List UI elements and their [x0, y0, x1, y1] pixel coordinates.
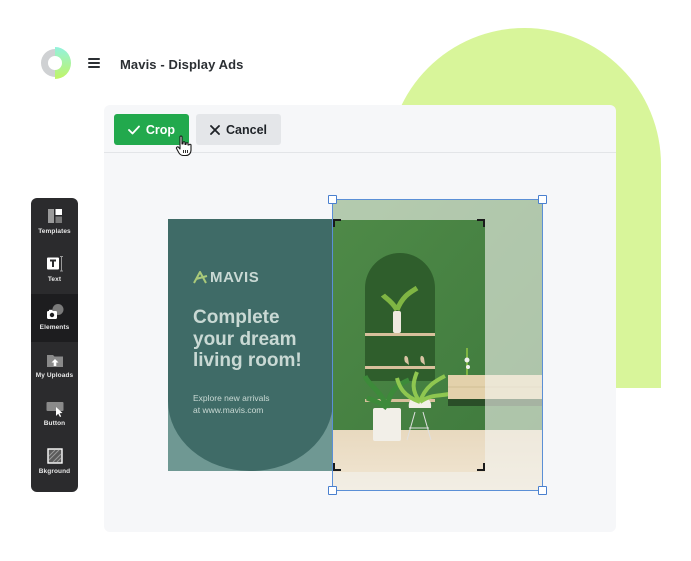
cancel-button[interactable]: Cancel [196, 114, 281, 145]
app-logo-icon [41, 47, 71, 79]
ad-brand-logo: MAVIS [193, 269, 259, 286]
app-title: Mavis - Display Ads [120, 57, 244, 72]
sidebar-item-label: My Uploads [35, 372, 74, 379]
sidebar-item-label: Text [47, 276, 62, 283]
sidebar-item-label: Bkground [38, 468, 71, 475]
crop-outside-overlay [333, 200, 542, 490]
templates-icon [48, 209, 62, 223]
x-close-icon [210, 124, 220, 135]
crop-corner-bottom-left[interactable] [333, 463, 341, 471]
crop-corner-bottom-right[interactable] [477, 463, 485, 471]
ad-subtext: Explore new arrivals at www.mavis.com [193, 392, 328, 416]
ad-headline-line: living room! [193, 350, 302, 371]
crop-corner-top-right[interactable] [477, 219, 485, 227]
ad-text-panel[interactable]: MAVIS Complete your dream living room! E… [168, 219, 333, 471]
sidebar-item-templates[interactable]: Templates [31, 198, 78, 246]
checkmark-icon [128, 125, 140, 134]
text-icon [47, 256, 63, 272]
sidebar-item-background[interactable]: Bkground [31, 438, 78, 486]
sidebar-item-button[interactable]: Button [31, 390, 78, 438]
sidebar-item-label: Elements [39, 324, 70, 331]
crop-handle-top-right[interactable] [538, 195, 547, 204]
ad-headline-line: Complete [193, 307, 280, 328]
tools-sidebar: Templates Text Elements My Uploads Butto… [31, 198, 78, 492]
sidebar-item-elements[interactable]: Elements [31, 294, 78, 342]
button-icon [46, 402, 64, 417]
ad-subtext-line: at www.mavis.com [193, 405, 264, 415]
elements-icon [47, 304, 64, 319]
crop-image[interactable] [333, 200, 542, 490]
hand-pointer-cursor-icon [175, 135, 192, 157]
hamburger-menu-icon[interactable] [88, 58, 100, 68]
sidebar-item-label: Templates [38, 228, 71, 235]
background-icon [47, 448, 63, 464]
crop-corner-top-left[interactable] [333, 219, 341, 227]
cancel-button-label: Cancel [226, 122, 267, 137]
ad-subtext-line: Explore new arrivals [193, 393, 270, 403]
crop-button-label: Crop [145, 122, 176, 137]
sidebar-item-label: Button [43, 420, 66, 427]
crop-handle-bottom-right[interactable] [538, 486, 547, 495]
ad-headline: Complete your dream living room! [193, 307, 328, 372]
crop-handle-bottom-left[interactable] [328, 486, 337, 495]
sidebar-item-text[interactable]: Text [31, 246, 78, 294]
mavis-mark-icon [193, 271, 208, 284]
uploads-icon [47, 355, 63, 367]
ad-brand-name: MAVIS [210, 269, 260, 286]
sidebar-item-my-uploads[interactable]: My Uploads [31, 342, 78, 390]
ad-headline-line: your dream [193, 328, 297, 350]
crop-handle-top-left[interactable] [328, 195, 337, 204]
